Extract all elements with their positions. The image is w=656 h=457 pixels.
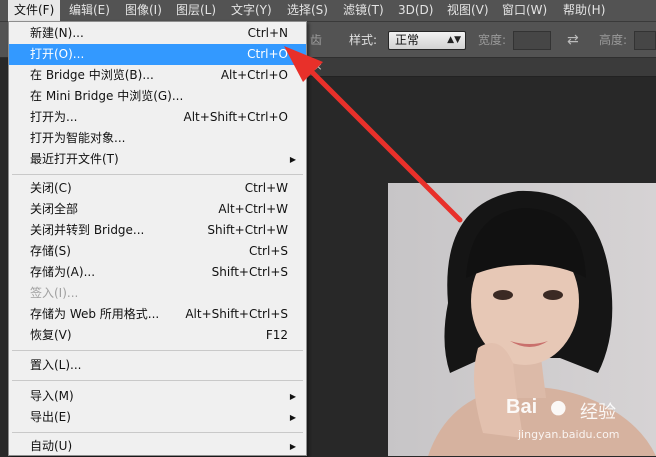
menu-item-automate[interactable]: 自动(U) ▶	[9, 436, 306, 457]
menu-item-open-as-smart-object[interactable]: 打开为智能对象...	[9, 128, 306, 149]
baidu-watermark: Bai ● 经验 jingyan.baidu.com	[500, 392, 650, 452]
menu-item-close-all[interactable]: 关闭全部 Alt+Ctrl+W	[9, 199, 306, 220]
menu-window[interactable]: 窗口(W)	[496, 0, 553, 21]
menu-item-save-for-web[interactable]: 存储为 Web 所用格式... Alt+Shift+Ctrl+S	[9, 304, 306, 325]
style-value: 正常	[395, 33, 420, 47]
menu-item-new[interactable]: 新建(N)... Ctrl+N	[9, 23, 306, 44]
menu-bar: 文件(F) 编辑(E) 图像(I) 图层(L) 文字(Y) 选择(S) 滤镜(T…	[0, 0, 656, 22]
height-input[interactable]	[634, 31, 656, 50]
menu-item-open-recent[interactable]: 最近打开文件(T) ▶	[9, 149, 306, 170]
menu-separator	[12, 432, 303, 433]
menu-separator	[12, 380, 303, 381]
menu-image[interactable]: 图像(I)	[119, 0, 168, 21]
menu-item-export[interactable]: 导出(E) ▶	[9, 407, 306, 428]
style-label: 样式:	[349, 33, 378, 47]
submenu-arrow-icon: ▶	[289, 155, 296, 164]
menu-separator	[12, 350, 303, 351]
anti-alias-label: 齿	[310, 33, 323, 47]
menu-view[interactable]: 视图(V)	[441, 0, 495, 21]
swap-icon[interactable]: ⇄	[567, 22, 579, 58]
file-menu-dropdown: 新建(N)... Ctrl+N 打开(O)... Ctrl+O 在 Bridge 中…	[8, 21, 307, 456]
menu-item-save-as[interactable]: 存储为(A)... Shift+Ctrl+S	[9, 262, 306, 283]
menu-item-import[interactable]: 导入(M) ▶	[9, 386, 306, 407]
menu-item-open[interactable]: 打开(O)... Ctrl+O	[9, 44, 306, 65]
close-icon[interactable]: ×	[311, 58, 325, 76]
menu-3d[interactable]: 3D(D)	[392, 0, 439, 21]
menu-help[interactable]: 帮助(H)	[557, 0, 611, 21]
menu-item-close-and-go-to-bridge[interactable]: 关闭并转到 Bridge... Shift+Ctrl+W	[9, 220, 306, 241]
menu-filter[interactable]: 滤镜(T)	[337, 0, 390, 21]
watermark-brand-right: 经验	[580, 402, 616, 423]
select-arrows-icon: ▲▼	[447, 35, 461, 45]
menu-select[interactable]: 选择(S)	[281, 0, 334, 21]
menu-separator	[12, 174, 303, 175]
submenu-arrow-icon: ▶	[289, 442, 296, 451]
paw-icon: ●	[550, 396, 567, 418]
menu-layer[interactable]: 图层(L)	[170, 0, 222, 21]
submenu-arrow-icon: ▶	[289, 392, 296, 401]
width-input[interactable]	[513, 31, 551, 50]
menu-item-revert[interactable]: 恢复(V) F12	[9, 325, 306, 346]
menu-item-browse-in-mini-bridge[interactable]: 在 Mini Bridge 中浏览(G)...	[9, 86, 306, 107]
menu-item-close[interactable]: 关闭(C) Ctrl+W	[9, 178, 306, 199]
height-label: 高度:	[599, 33, 628, 47]
menu-file[interactable]: 文件(F)	[8, 0, 61, 21]
style-select[interactable]: 正常 ▲▼	[388, 31, 466, 50]
watermark-brand-left: Bai	[506, 396, 538, 418]
menu-item-place[interactable]: 置入(L)...	[9, 355, 306, 376]
menu-item-open-as[interactable]: 打开为... Alt+Shift+Ctrl+O	[9, 107, 306, 128]
width-label: 宽度:	[478, 33, 507, 47]
menu-item-save[interactable]: 存储(S) Ctrl+S	[9, 241, 306, 262]
menu-item-check-in: 签入(I)...	[30, 286, 79, 300]
menu-edit[interactable]: 编辑(E)	[63, 0, 116, 21]
watermark-url: jingyan.baidu.com	[518, 428, 620, 441]
menu-item-browse-in-bridge[interactable]: 在 Bridge 中浏览(B)... Alt+Ctrl+O	[9, 65, 306, 86]
document-tab-strip	[300, 58, 656, 77]
menu-type[interactable]: 文字(Y)	[225, 0, 278, 21]
submenu-arrow-icon: ▶	[289, 413, 296, 422]
